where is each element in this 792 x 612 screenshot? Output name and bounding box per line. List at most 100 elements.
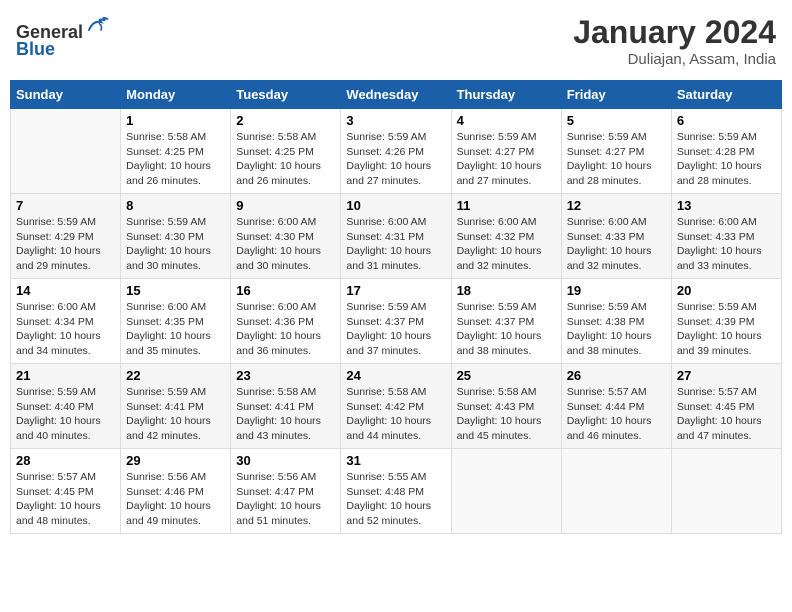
day-number: 25 — [457, 368, 556, 383]
calendar-cell: 18 Sunrise: 5:59 AM Sunset: 4:37 PM Dayli… — [451, 279, 561, 364]
day-info: Sunrise: 6:00 AM Sunset: 4:35 PM Dayligh… — [126, 300, 225, 359]
calendar-table: SundayMondayTuesdayWednesdayThursdayFrid… — [10, 80, 782, 534]
day-info: Sunrise: 5:59 AM Sunset: 4:39 PM Dayligh… — [677, 300, 776, 359]
day-number: 7 — [16, 198, 115, 213]
logo: General Blue — [16, 14, 109, 60]
calendar-cell: 12 Sunrise: 6:00 AM Sunset: 4:33 PM Dayli… — [561, 194, 671, 279]
calendar-cell: 27 Sunrise: 5:57 AM Sunset: 4:45 PM Dayli… — [671, 364, 781, 449]
calendar-cell — [11, 109, 121, 194]
day-info: Sunrise: 5:59 AM Sunset: 4:41 PM Dayligh… — [126, 385, 225, 444]
day-info: Sunrise: 6:00 AM Sunset: 4:31 PM Dayligh… — [346, 215, 445, 274]
calendar-week-row: 21 Sunrise: 5:59 AM Sunset: 4:40 PM Dayli… — [11, 364, 782, 449]
day-of-week-header: Tuesday — [231, 81, 341, 109]
calendar-cell: 3Sunrise: 5:59 AM Sunset: 4:26 PM Daylig… — [341, 109, 451, 194]
day-number: 10 — [346, 198, 445, 213]
title-block: January 2024 Duliajan, Assam, India — [573, 14, 776, 68]
calendar-cell: 21 Sunrise: 5:59 AM Sunset: 4:40 PM Dayli… — [11, 364, 121, 449]
calendar-cell: 17 Sunrise: 5:59 AM Sunset: 4:37 PM Dayli… — [341, 279, 451, 364]
calendar-cell: 2 Sunrise: 5:58 AM Sunset: 4:25 PM Daylig… — [231, 109, 341, 194]
day-number: 21 — [16, 368, 115, 383]
day-number: 13 — [677, 198, 776, 213]
day-number: 24 — [346, 368, 445, 383]
day-info: Sunrise: 5:57 AM Sunset: 4:44 PM Dayligh… — [567, 385, 666, 444]
day-number: 6 — [677, 113, 776, 128]
day-info: Sunrise: 5:59 AM Sunset: 4:28 PM Dayligh… — [677, 130, 776, 189]
logo-bird-icon — [85, 14, 109, 38]
day-info: Sunrise: 5:55 AM Sunset: 4:48 PM Dayligh… — [346, 470, 445, 529]
calendar-cell — [561, 449, 671, 534]
day-of-week-header: Friday — [561, 81, 671, 109]
page-header: General Blue January 2024 Duliajan, Assa… — [10, 10, 782, 72]
day-info: Sunrise: 5:59 AM Sunset: 4:37 PM Dayligh… — [457, 300, 556, 359]
day-number: 4 — [457, 113, 556, 128]
day-number: 8 — [126, 198, 225, 213]
calendar-cell: 1 Sunrise: 5:58 AM Sunset: 4:25 PM Daylig… — [121, 109, 231, 194]
day-number: 1 — [126, 113, 225, 128]
calendar-cell — [451, 449, 561, 534]
calendar-week-row: 14 Sunrise: 6:00 AM Sunset: 4:34 PM Dayli… — [11, 279, 782, 364]
calendar-cell: 5Sunrise: 5:59 AM Sunset: 4:27 PM Daylig… — [561, 109, 671, 194]
calendar-cell: 8 Sunrise: 5:59 AM Sunset: 4:30 PM Daylig… — [121, 194, 231, 279]
calendar-cell: 16Sunrise: 6:00 AM Sunset: 4:36 PM Dayli… — [231, 279, 341, 364]
day-number: 28 — [16, 453, 115, 468]
day-info: Sunrise: 6:00 AM Sunset: 4:32 PM Dayligh… — [457, 215, 556, 274]
day-of-week-header: Monday — [121, 81, 231, 109]
day-number: 31 — [346, 453, 445, 468]
day-number: 23 — [236, 368, 335, 383]
day-number: 22 — [126, 368, 225, 383]
day-info: Sunrise: 5:56 AM Sunset: 4:47 PM Dayligh… — [236, 470, 335, 529]
day-number: 29 — [126, 453, 225, 468]
main-title: January 2024 — [573, 14, 776, 51]
calendar-cell: 7 Sunrise: 5:59 AM Sunset: 4:29 PM Daylig… — [11, 194, 121, 279]
day-info: Sunrise: 5:59 AM Sunset: 4:40 PM Dayligh… — [16, 385, 115, 444]
day-number: 20 — [677, 283, 776, 298]
calendar-cell: 11 Sunrise: 6:00 AM Sunset: 4:32 PM Dayli… — [451, 194, 561, 279]
day-number: 19 — [567, 283, 666, 298]
calendar-cell: 23 Sunrise: 5:58 AM Sunset: 4:41 PM Dayli… — [231, 364, 341, 449]
day-info: Sunrise: 6:00 AM Sunset: 4:33 PM Dayligh… — [567, 215, 666, 274]
calendar-cell: 29 Sunrise: 5:56 AM Sunset: 4:46 PM Dayli… — [121, 449, 231, 534]
day-of-week-header: Sunday — [11, 81, 121, 109]
day-info: Sunrise: 5:58 AM Sunset: 4:25 PM Dayligh… — [126, 130, 225, 189]
day-number: 5 — [567, 113, 666, 128]
day-number: 18 — [457, 283, 556, 298]
calendar-cell: 4 Sunrise: 5:59 AM Sunset: 4:27 PM Daylig… — [451, 109, 561, 194]
calendar-cell: 28 Sunrise: 5:57 AM Sunset: 4:45 PM Dayli… — [11, 449, 121, 534]
day-info: Sunrise: 5:57 AM Sunset: 4:45 PM Dayligh… — [16, 470, 115, 529]
calendar-cell: 14 Sunrise: 6:00 AM Sunset: 4:34 PM Dayli… — [11, 279, 121, 364]
day-number: 12 — [567, 198, 666, 213]
day-number: 15 — [126, 283, 225, 298]
calendar-cell: 13Sunrise: 6:00 AM Sunset: 4:33 PM Dayli… — [671, 194, 781, 279]
day-number: 11 — [457, 198, 556, 213]
day-of-week-header: Saturday — [671, 81, 781, 109]
day-info: Sunrise: 5:59 AM Sunset: 4:37 PM Dayligh… — [346, 300, 445, 359]
calendar-cell: 20 Sunrise: 5:59 AM Sunset: 4:39 PM Dayli… — [671, 279, 781, 364]
day-number: 9 — [236, 198, 335, 213]
day-of-week-header: Thursday — [451, 81, 561, 109]
day-info: Sunrise: 5:59 AM Sunset: 4:29 PM Dayligh… — [16, 215, 115, 274]
calendar-cell: 24Sunrise: 5:58 AM Sunset: 4:42 PM Dayli… — [341, 364, 451, 449]
calendar-cell: 22 Sunrise: 5:59 AM Sunset: 4:41 PM Dayli… — [121, 364, 231, 449]
day-info: Sunrise: 5:58 AM Sunset: 4:25 PM Dayligh… — [236, 130, 335, 189]
calendar-cell: 10 Sunrise: 6:00 AM Sunset: 4:31 PM Dayli… — [341, 194, 451, 279]
day-info: Sunrise: 6:00 AM Sunset: 4:30 PM Dayligh… — [236, 215, 335, 274]
day-info: Sunrise: 5:56 AM Sunset: 4:46 PM Dayligh… — [126, 470, 225, 529]
day-number: 17 — [346, 283, 445, 298]
calendar-cell: 26 Sunrise: 5:57 AM Sunset: 4:44 PM Dayli… — [561, 364, 671, 449]
day-number: 2 — [236, 113, 335, 128]
day-info: Sunrise: 5:59 AM Sunset: 4:27 PM Dayligh… — [457, 130, 556, 189]
day-info: Sunrise: 5:57 AM Sunset: 4:45 PM Dayligh… — [677, 385, 776, 444]
day-info: Sunrise: 6:00 AM Sunset: 4:34 PM Dayligh… — [16, 300, 115, 359]
day-info: Sunrise: 5:59 AM Sunset: 4:30 PM Dayligh… — [126, 215, 225, 274]
calendar-cell: 6 Sunrise: 5:59 AM Sunset: 4:28 PM Daylig… — [671, 109, 781, 194]
day-info: Sunrise: 5:58 AM Sunset: 4:41 PM Dayligh… — [236, 385, 335, 444]
calendar-week-row: 7 Sunrise: 5:59 AM Sunset: 4:29 PM Daylig… — [11, 194, 782, 279]
day-info: Sunrise: 5:58 AM Sunset: 4:43 PM Dayligh… — [457, 385, 556, 444]
day-number: 27 — [677, 368, 776, 383]
calendar-cell: 19Sunrise: 5:59 AM Sunset: 4:38 PM Dayli… — [561, 279, 671, 364]
calendar-week-row: 28 Sunrise: 5:57 AM Sunset: 4:45 PM Dayli… — [11, 449, 782, 534]
subtitle: Duliajan, Assam, India — [573, 51, 776, 68]
calendar-cell: 15 Sunrise: 6:00 AM Sunset: 4:35 PM Dayli… — [121, 279, 231, 364]
day-number: 26 — [567, 368, 666, 383]
day-number: 14 — [16, 283, 115, 298]
